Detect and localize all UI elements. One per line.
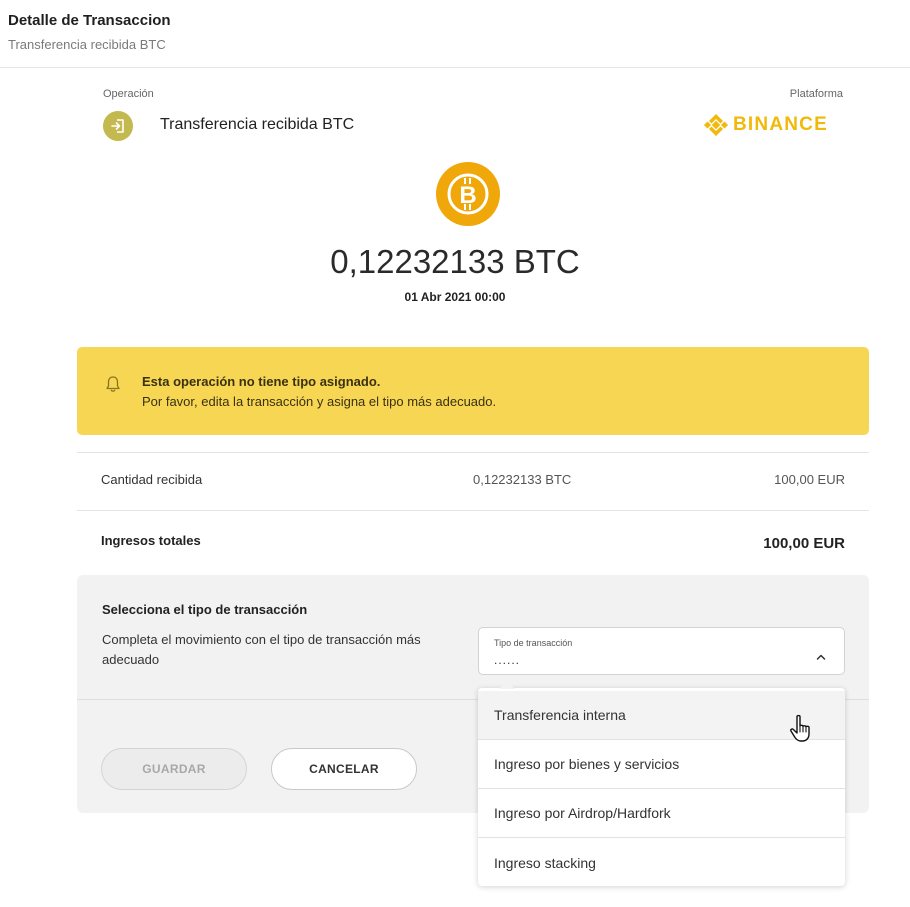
transaction-amount: 0,12232133 BTC — [330, 243, 580, 280]
dropdown-option[interactable]: Ingreso stacking — [478, 838, 845, 887]
row-divider — [77, 510, 869, 511]
row-crypto-value: 0,12232133 BTC — [473, 472, 572, 487]
binance-icon — [703, 114, 729, 136]
warning-alert: Esta operación no tiene tipo asignado. P… — [77, 347, 869, 435]
operation-type: Transferencia recibida BTC — [160, 116, 355, 133]
binance-logo: BINANCE — [703, 112, 828, 138]
alert-title: Esta operación no tiene tipo asignado. — [142, 374, 381, 389]
select-value: ...... — [494, 653, 521, 667]
svg-text:B: B — [459, 182, 476, 209]
dropdown-option[interactable]: Ingreso por Airdrop/Hardfork — [478, 789, 845, 838]
row-divider — [77, 452, 869, 453]
panel-description: Completa el movimiento con el tipo de tr… — [102, 632, 421, 667]
bell-icon — [105, 375, 121, 398]
header-divider — [0, 67, 910, 68]
dropdown-caret — [499, 681, 515, 689]
page-subtitle: Transferencia recibida BTC — [8, 37, 166, 52]
select-label: Tipo de transacción — [494, 638, 573, 648]
panel-title: Selecciona el tipo de transacción — [102, 602, 308, 617]
login-arrow-icon — [103, 111, 133, 141]
hand-cursor-icon — [789, 714, 815, 749]
bitcoin-icon: B — [436, 162, 500, 226]
total-value: 100,00 EUR — [763, 535, 845, 552]
page-title: Detalle de Transaccion — [8, 12, 171, 29]
cancel-button[interactable]: CANCELAR — [271, 748, 417, 790]
alert-message: Por favor, edita la transacción y asigna… — [142, 394, 497, 409]
transaction-date: 01 Abr 2021 00:00 — [404, 290, 506, 304]
transaction-type-select[interactable]: Tipo de transacción ...... — [478, 627, 845, 675]
chevron-up-icon[interactable] — [816, 648, 826, 666]
operation-label: Operación — [103, 88, 154, 100]
platform-name: BINANCE — [733, 114, 828, 135]
total-label: Ingresos totales — [101, 533, 201, 548]
platform-label: Plataforma — [789, 88, 843, 100]
save-button[interactable]: GUARDAR — [101, 748, 247, 790]
row-label: Cantidad recibida — [101, 472, 203, 487]
row-fiat-value: 100,00 EUR — [774, 472, 845, 487]
